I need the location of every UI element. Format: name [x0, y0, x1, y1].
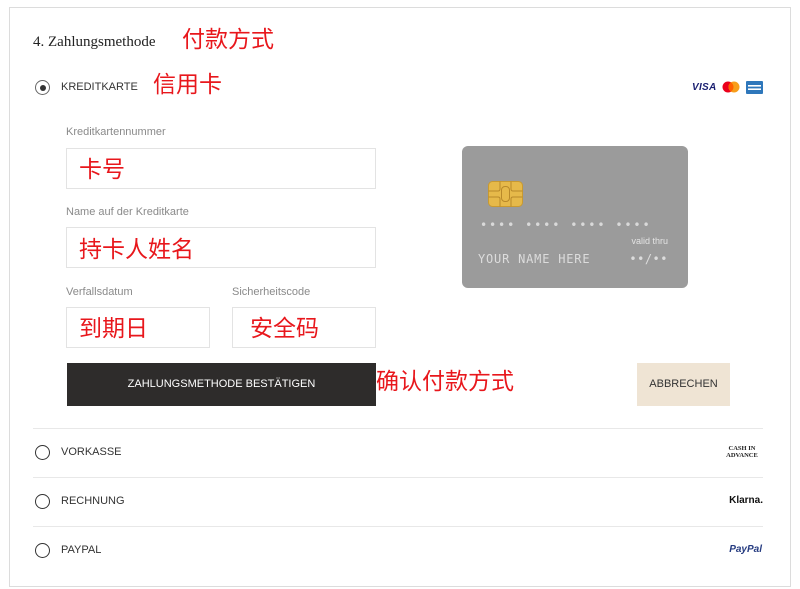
- method-label-paypal[interactable]: PAYPAL: [61, 543, 101, 557]
- visa-logo: VISA: [692, 82, 717, 93]
- divider: [33, 428, 763, 429]
- cardholder-name-label: Name auf der Kreditkarte: [66, 206, 189, 218]
- expiry-date-label: Verfallsdatum: [66, 286, 133, 298]
- cash-in-advance-logo-line-1: CASH IN: [728, 445, 756, 452]
- card-number-input[interactable]: [66, 148, 376, 189]
- card-number-label: Kreditkartennummer: [66, 126, 166, 138]
- method-label-credit-card[interactable]: KREDITKARTE: [61, 80, 138, 94]
- security-code-label: Sicherheitscode: [232, 286, 311, 298]
- cash-in-advance-logo: CASH IN ADVANCE: [722, 445, 762, 459]
- radio-credit-card[interactable]: [35, 80, 50, 95]
- method-label-invoice[interactable]: RECHNUNG: [61, 494, 125, 508]
- divider: [33, 526, 763, 527]
- card-preview-valid-thru: valid thru: [631, 236, 668, 246]
- klarna-logo: Klarna.: [729, 495, 763, 506]
- cardholder-name-input[interactable]: [66, 227, 376, 268]
- confirm-payment-method-button[interactable]: ZAHLUNGSMETHODE BESTÄTIGEN: [67, 363, 376, 406]
- paypal-logo: PayPal: [729, 544, 762, 555]
- radio-invoice[interactable]: [35, 494, 50, 509]
- mastercard-logo: [721, 80, 741, 95]
- cancel-button[interactable]: ABBRECHEN: [637, 363, 730, 406]
- section-title: 4. Zahlungsmethode: [33, 34, 156, 50]
- amex-logo: [746, 81, 763, 94]
- cash-in-advance-logo-line-2: ADVANCE: [726, 452, 758, 459]
- security-code-input[interactable]: [232, 307, 376, 348]
- radio-paypal[interactable]: [35, 543, 50, 558]
- card-preview: •••• •••• •••• •••• valid thru YOUR NAME…: [462, 146, 688, 288]
- radio-prepayment[interactable]: [35, 445, 50, 460]
- card-preview-number: •••• •••• •••• ••••: [480, 218, 652, 232]
- method-label-prepayment[interactable]: VORKASSE: [61, 445, 122, 459]
- expiry-date-input[interactable]: [66, 307, 210, 348]
- card-preview-expiry: ••/••: [629, 252, 668, 266]
- card-preview-holder-name: YOUR NAME HERE: [478, 252, 591, 266]
- card-chip-icon: [488, 181, 523, 207]
- divider: [33, 477, 763, 478]
